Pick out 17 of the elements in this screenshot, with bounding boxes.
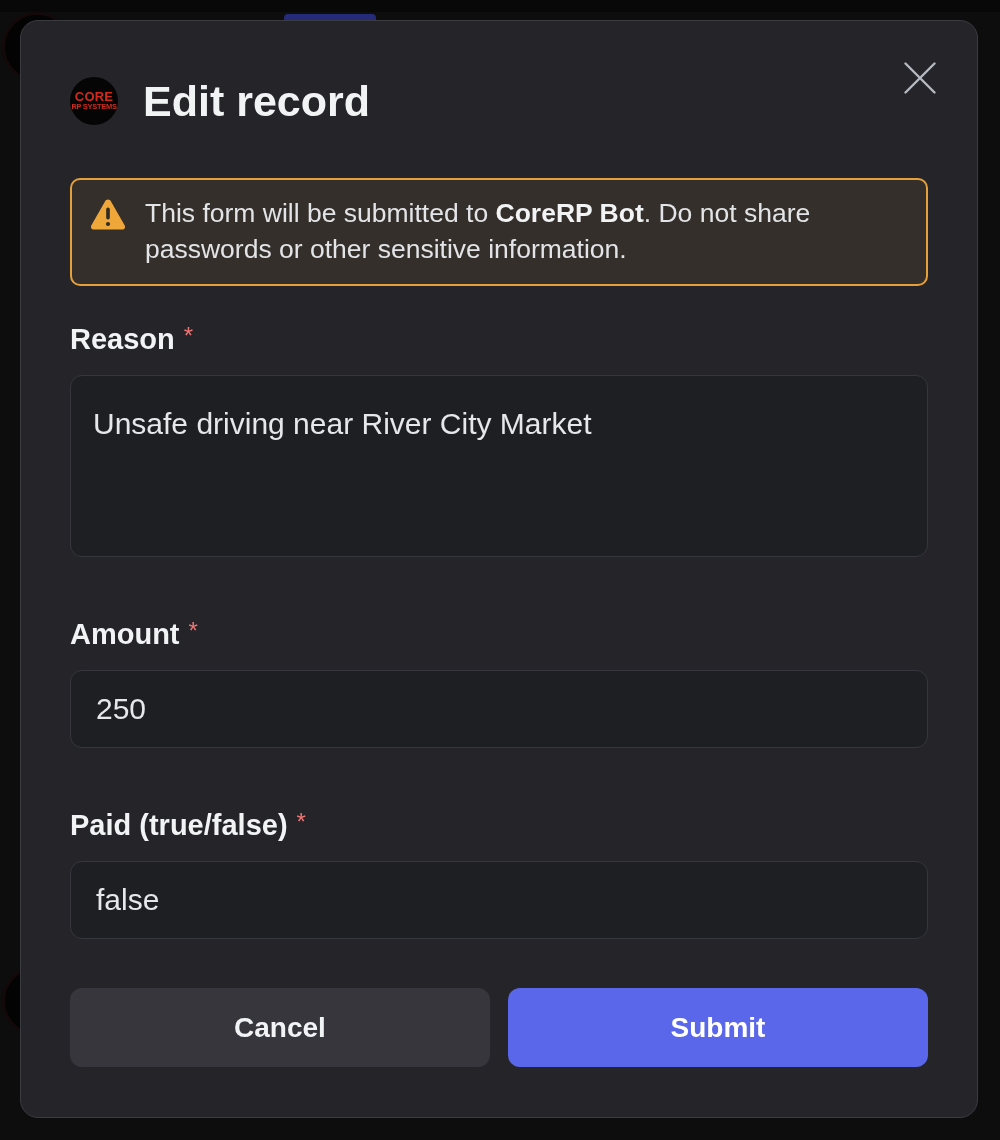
field-label: Paid (true/false) xyxy=(70,808,288,843)
required-asterisk: * xyxy=(183,321,194,351)
required-asterisk: * xyxy=(188,616,198,646)
input-field[interactable]: false xyxy=(70,861,928,939)
required-asterisk: * xyxy=(296,807,306,837)
cancel-button[interactable]: Cancel xyxy=(70,988,490,1067)
notice-text: This form will be submitted to CoreRP Bot. Do not share passwords or other sensitive information. xyxy=(145,197,812,266)
field-label: Reason xyxy=(70,322,175,357)
field-label: Amount xyxy=(70,617,180,652)
submit-button[interactable]: Submit xyxy=(508,988,928,1067)
logo-wordmark: CORE xyxy=(74,91,114,103)
textarea-field[interactable]: Unsafe driving near River City Market xyxy=(70,375,928,557)
close-icon xyxy=(904,62,936,94)
close-button[interactable] xyxy=(904,62,936,94)
input-field[interactable]: 250 xyxy=(70,670,928,748)
warning-icon xyxy=(90,198,126,230)
dialog-title: Edit record xyxy=(143,76,370,126)
